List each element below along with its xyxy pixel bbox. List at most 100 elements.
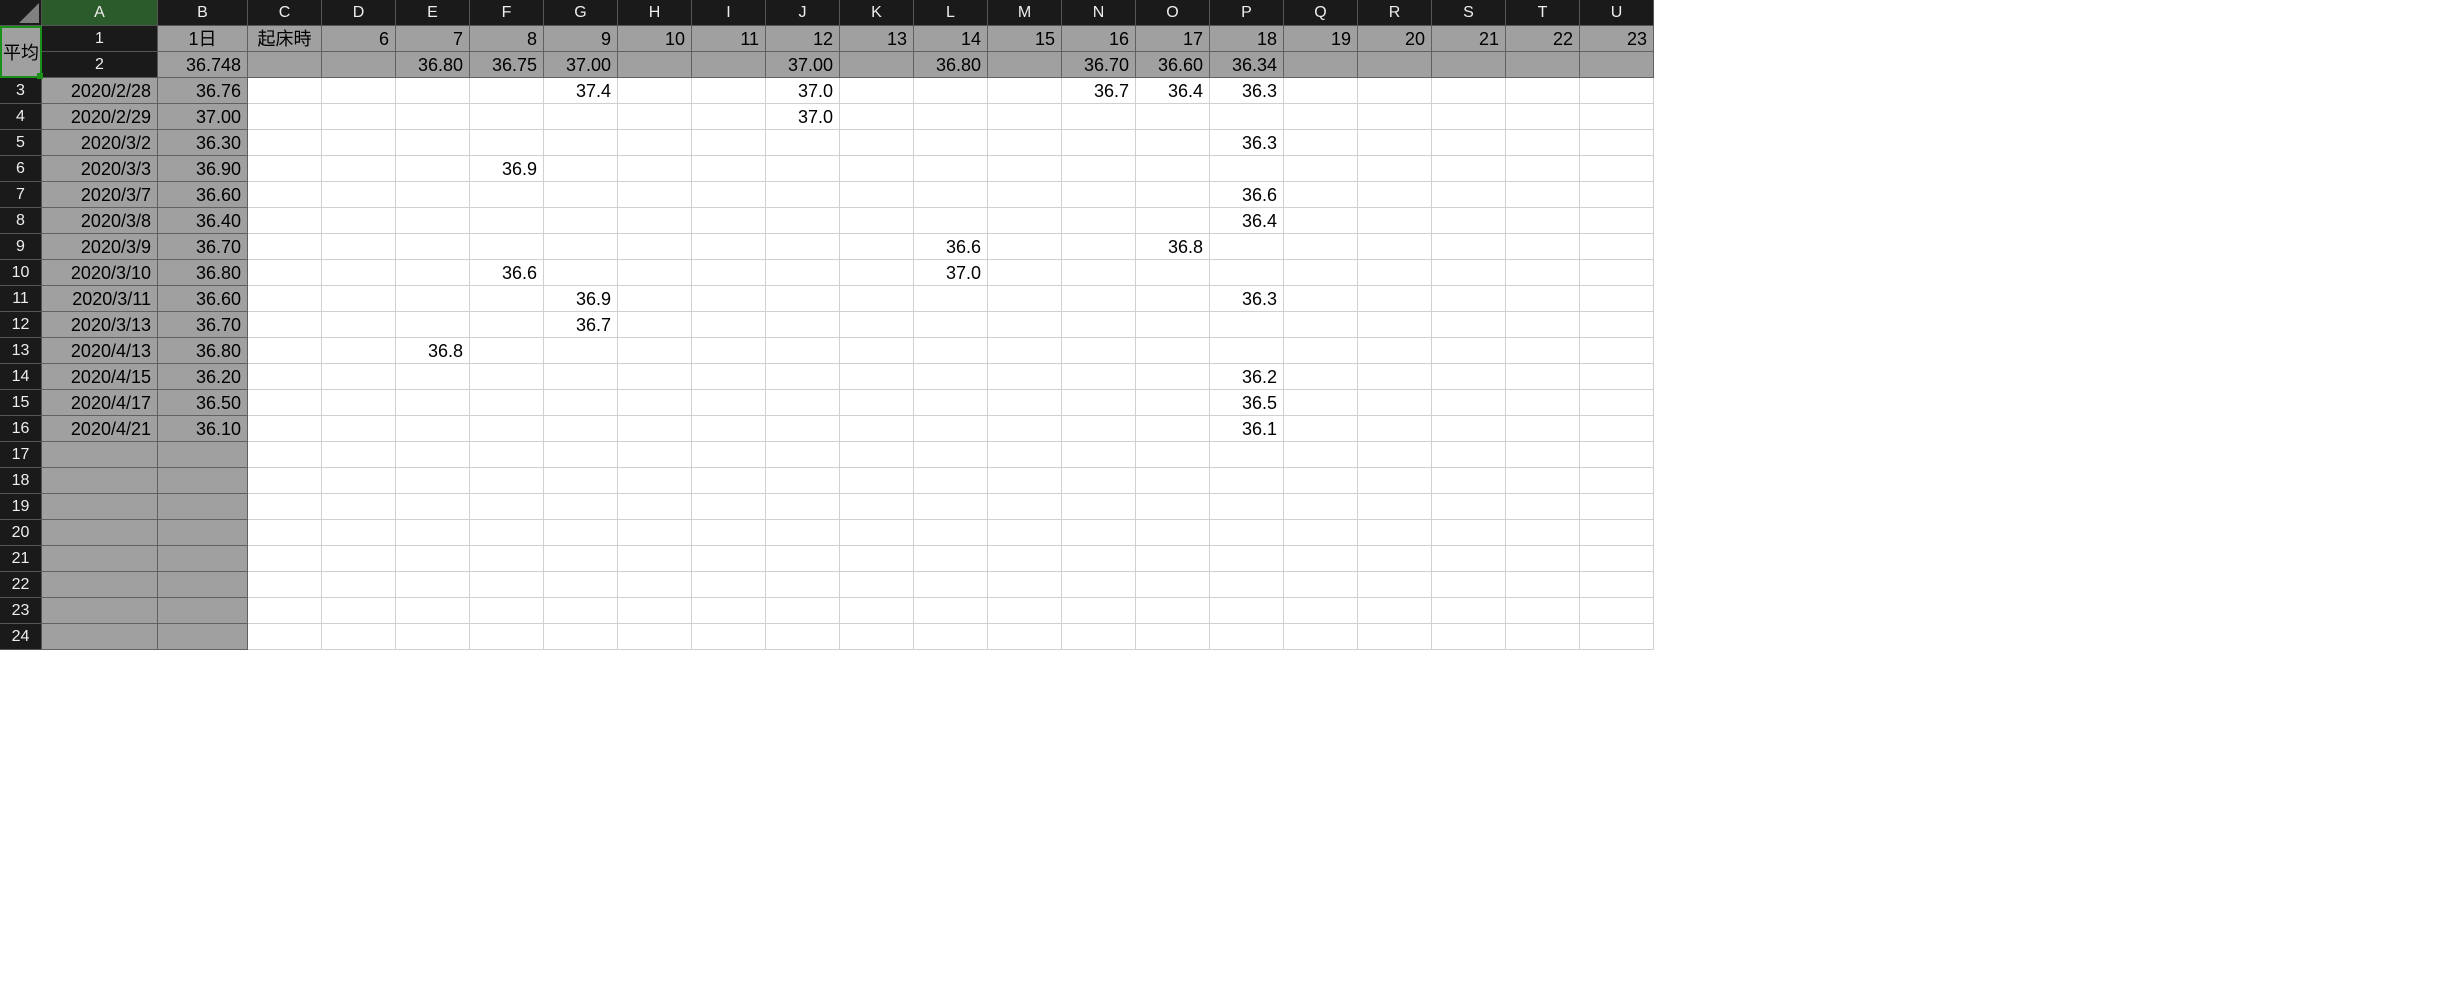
cell-r13-c8[interactable] bbox=[618, 338, 692, 364]
cell-r4-c5[interactable] bbox=[396, 104, 470, 130]
cell-r2-c21[interactable] bbox=[1580, 52, 1654, 78]
cell-r6-c20[interactable] bbox=[1506, 156, 1580, 182]
cell-r16-c9[interactable] bbox=[692, 416, 766, 442]
cell-r7-c4[interactable] bbox=[322, 182, 396, 208]
cell-r14-c14[interactable] bbox=[1062, 364, 1136, 390]
cell-r7-c21[interactable] bbox=[1580, 182, 1654, 208]
cell-r15-c3[interactable] bbox=[248, 390, 322, 416]
cell-r22-c13[interactable] bbox=[988, 572, 1062, 598]
cell-r15-c7[interactable] bbox=[544, 390, 618, 416]
row-header-1[interactable]: 1 bbox=[42, 26, 158, 52]
cell-r19-c6[interactable] bbox=[470, 494, 544, 520]
cell-r14-c13[interactable] bbox=[988, 364, 1062, 390]
cell-r1-c16[interactable]: 18 bbox=[1210, 26, 1284, 52]
row-header-4[interactable]: 4 bbox=[0, 104, 42, 130]
cell-r4-c11[interactable] bbox=[840, 104, 914, 130]
cell-r10-c7[interactable] bbox=[544, 260, 618, 286]
col-header-B[interactable]: B bbox=[158, 0, 248, 26]
cell-r1-c11[interactable]: 13 bbox=[840, 26, 914, 52]
cell-A10[interactable]: 2020/3/10 bbox=[42, 260, 158, 286]
cell-r23-c5[interactable] bbox=[396, 598, 470, 624]
cell-r18-c4[interactable] bbox=[322, 468, 396, 494]
cell-r24-c13[interactable] bbox=[988, 624, 1062, 650]
cell-r19-c13[interactable] bbox=[988, 494, 1062, 520]
cell-r16-c4[interactable] bbox=[322, 416, 396, 442]
row-header-9[interactable]: 9 bbox=[0, 234, 42, 260]
cell-r24-c6[interactable] bbox=[470, 624, 544, 650]
cell-r4-c4[interactable] bbox=[322, 104, 396, 130]
cell-r9-c17[interactable] bbox=[1284, 234, 1358, 260]
cell-r23-c14[interactable] bbox=[1062, 598, 1136, 624]
col-header-I[interactable]: I bbox=[692, 0, 766, 26]
cell-r11-c16[interactable]: 36.3 bbox=[1210, 286, 1284, 312]
cell-r20-c18[interactable] bbox=[1358, 520, 1432, 546]
cell-r10-c10[interactable] bbox=[766, 260, 840, 286]
cell-r23-c17[interactable] bbox=[1284, 598, 1358, 624]
cell-r17-c18[interactable] bbox=[1358, 442, 1432, 468]
cell-r4-c14[interactable] bbox=[1062, 104, 1136, 130]
cell-r16-c13[interactable] bbox=[988, 416, 1062, 442]
cell-A7[interactable]: 2020/3/7 bbox=[42, 182, 158, 208]
cell-r15-c11[interactable] bbox=[840, 390, 914, 416]
cell-B23[interactable] bbox=[158, 598, 248, 624]
cell-B21[interactable] bbox=[158, 546, 248, 572]
cell-B11[interactable]: 36.60 bbox=[158, 286, 248, 312]
cell-r22-c16[interactable] bbox=[1210, 572, 1284, 598]
cell-r6-c14[interactable] bbox=[1062, 156, 1136, 182]
cell-r20-c20[interactable] bbox=[1506, 520, 1580, 546]
cell-r18-c11[interactable] bbox=[840, 468, 914, 494]
cell-r11-c8[interactable] bbox=[618, 286, 692, 312]
row-header-14[interactable]: 14 bbox=[0, 364, 42, 390]
cell-r9-c19[interactable] bbox=[1432, 234, 1506, 260]
select-all-corner[interactable] bbox=[0, 0, 42, 26]
cell-r21-c10[interactable] bbox=[766, 546, 840, 572]
cell-r17-c11[interactable] bbox=[840, 442, 914, 468]
row-header-12[interactable]: 12 bbox=[0, 312, 42, 338]
cell-r11-c21[interactable] bbox=[1580, 286, 1654, 312]
cell-r1-c15[interactable]: 17 bbox=[1136, 26, 1210, 52]
cell-r15-c12[interactable] bbox=[914, 390, 988, 416]
cell-r5-c11[interactable] bbox=[840, 130, 914, 156]
cell-r8-c9[interactable] bbox=[692, 208, 766, 234]
cell-r12-c15[interactable] bbox=[1136, 312, 1210, 338]
cell-r7-c15[interactable] bbox=[1136, 182, 1210, 208]
cell-r13-c14[interactable] bbox=[1062, 338, 1136, 364]
cell-r15-c9[interactable] bbox=[692, 390, 766, 416]
cell-B22[interactable] bbox=[158, 572, 248, 598]
cell-r19-c11[interactable] bbox=[840, 494, 914, 520]
cell-r2-c15[interactable]: 36.60 bbox=[1136, 52, 1210, 78]
cell-r23-c19[interactable] bbox=[1432, 598, 1506, 624]
cell-r4-c20[interactable] bbox=[1506, 104, 1580, 130]
cell-r6-c12[interactable] bbox=[914, 156, 988, 182]
cell-r10-c18[interactable] bbox=[1358, 260, 1432, 286]
cell-r6-c10[interactable] bbox=[766, 156, 840, 182]
cell-r21-c11[interactable] bbox=[840, 546, 914, 572]
cell-r13-c9[interactable] bbox=[692, 338, 766, 364]
cell-r2-c19[interactable] bbox=[1432, 52, 1506, 78]
cell-r14-c7[interactable] bbox=[544, 364, 618, 390]
cell-r23-c12[interactable] bbox=[914, 598, 988, 624]
cell-r21-c12[interactable] bbox=[914, 546, 988, 572]
cell-r17-c13[interactable] bbox=[988, 442, 1062, 468]
cell-r14-c6[interactable] bbox=[470, 364, 544, 390]
col-header-O[interactable]: O bbox=[1136, 0, 1210, 26]
col-header-G[interactable]: G bbox=[544, 0, 618, 26]
cell-r15-c15[interactable] bbox=[1136, 390, 1210, 416]
cell-r17-c19[interactable] bbox=[1432, 442, 1506, 468]
cell-r16-c15[interactable] bbox=[1136, 416, 1210, 442]
cell-r24-c16[interactable] bbox=[1210, 624, 1284, 650]
cell-r2-c12[interactable]: 36.80 bbox=[914, 52, 988, 78]
cell-r7-c17[interactable] bbox=[1284, 182, 1358, 208]
cell-A17[interactable] bbox=[42, 442, 158, 468]
cell-r1-c17[interactable]: 19 bbox=[1284, 26, 1358, 52]
cell-r19-c5[interactable] bbox=[396, 494, 470, 520]
cell-r8-c15[interactable] bbox=[1136, 208, 1210, 234]
cell-r10-c4[interactable] bbox=[322, 260, 396, 286]
col-header-A[interactable]: A bbox=[42, 0, 158, 26]
cell-B13[interactable]: 36.80 bbox=[158, 338, 248, 364]
cell-r17-c6[interactable] bbox=[470, 442, 544, 468]
cell-r17-c17[interactable] bbox=[1284, 442, 1358, 468]
cell-A23[interactable] bbox=[42, 598, 158, 624]
cell-A12[interactable]: 2020/3/13 bbox=[42, 312, 158, 338]
cell-r9-c10[interactable] bbox=[766, 234, 840, 260]
